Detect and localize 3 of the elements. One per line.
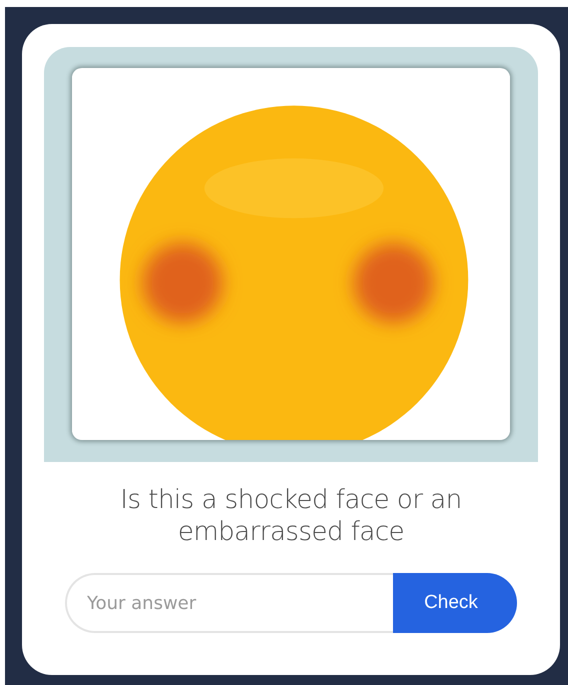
question-text: Is this a shocked face or an embarrassed face [119,484,463,548]
answer-field[interactable]: Your answer [65,573,393,633]
check-button[interactable]: Check [393,573,517,633]
